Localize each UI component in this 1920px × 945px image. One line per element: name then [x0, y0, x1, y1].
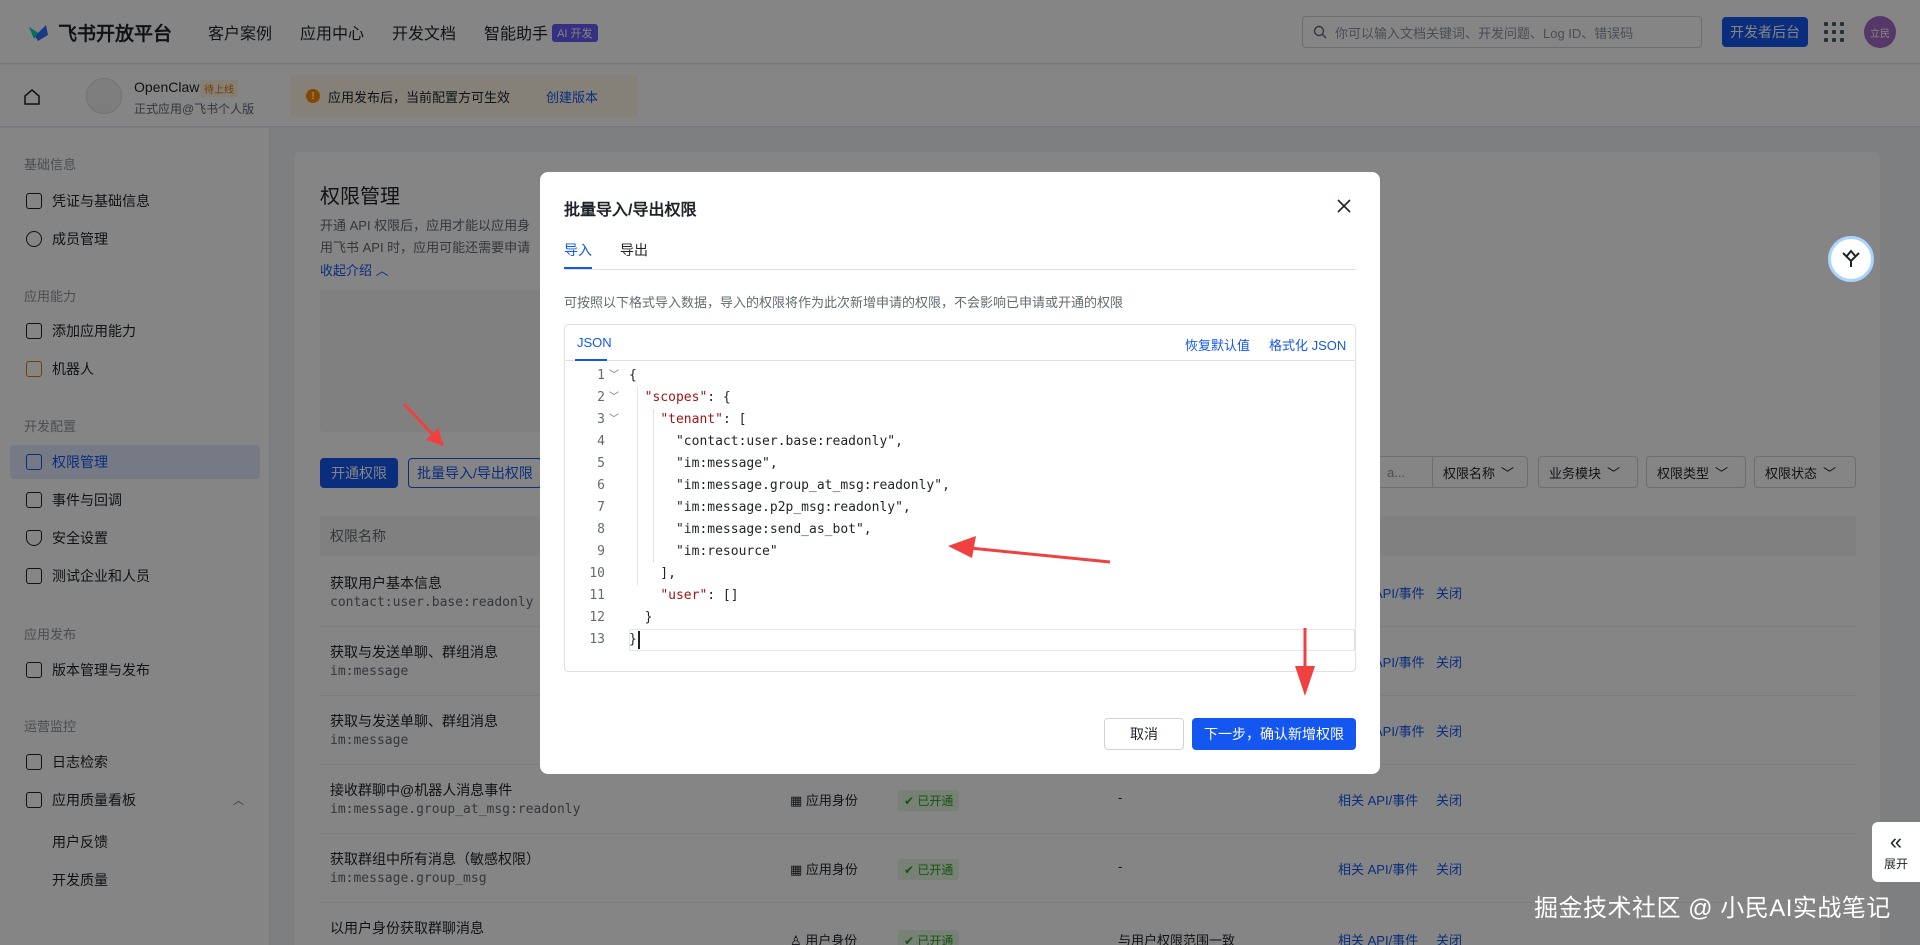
- tab-indicator: [564, 267, 592, 269]
- watermark-text: 掘金技术社区 @ 小民AI实战笔记: [1534, 895, 1891, 922]
- format-json-button[interactable]: 格式化 JSON: [1269, 335, 1346, 354]
- line-number: 5: [597, 456, 605, 471]
- annotation-arrow-icon: [948, 536, 1111, 564]
- batch-permission-dialog: 批量导入/导出权限 导入 导出 可按照以下格式导入数据，导入的权限将作为此次新增…: [540, 172, 1380, 774]
- line-number: 13: [589, 632, 605, 647]
- cancel-button[interactable]: 取消: [1104, 718, 1184, 750]
- line-number: 7: [597, 500, 605, 515]
- dialog-tabs: 导入 导出: [564, 232, 1356, 270]
- line-number: 9: [597, 544, 605, 559]
- indent-guide: [653, 409, 654, 563]
- line-number: 3: [597, 412, 605, 427]
- expand-label: 展开: [1883, 856, 1908, 871]
- line-number: 11: [589, 588, 605, 603]
- expand-panel-button[interactable]: « 展开: [1872, 822, 1920, 882]
- editor-tab-indicator: [575, 359, 607, 361]
- double-chevron-left-icon: «: [1889, 828, 1903, 854]
- dialog-title: 批量导入/导出权限: [564, 202, 697, 219]
- code-line: "tenant": [: [660, 412, 747, 427]
- confirm-next-button[interactable]: 下一步，确认新增权限: [1192, 718, 1356, 750]
- code-line: "im:resource": [629, 544, 778, 559]
- tab-export[interactable]: 导出: [620, 240, 648, 260]
- json-key: "tenant": [660, 412, 723, 427]
- code-line: "user": []: [660, 588, 739, 603]
- editor-header: JSON 恢复默认值 格式化 JSON: [565, 325, 1355, 361]
- assistant-bot-icon[interactable]: [1828, 236, 1874, 282]
- line-number: 2: [597, 390, 605, 405]
- json-editor[interactable]: JSON 恢复默认值 格式化 JSON 1 ﹀{2 ﹀ "scopes": {3 ﹀ …: [564, 324, 1356, 672]
- line-number: 6: [597, 478, 605, 493]
- code-line: "scopes": {: [644, 390, 731, 405]
- fold-chevron-icon[interactable]: ﹀: [609, 387, 621, 409]
- code-line: "im:message:send_as_bot",: [629, 522, 872, 537]
- line-number: 1: [597, 368, 605, 383]
- code-line: "contact:user.base:readonly",: [629, 434, 903, 449]
- indent-guide: [637, 387, 638, 585]
- fold-chevron-icon[interactable]: ﹀: [609, 365, 621, 387]
- tab-import[interactable]: 导入: [564, 240, 592, 260]
- text-cursor: [638, 631, 640, 649]
- code-line: "im:message",: [629, 456, 778, 471]
- annotation-arrow-icon: [402, 402, 444, 446]
- code-line: {: [629, 368, 637, 383]
- json-key: "scopes": [644, 390, 708, 405]
- annotation-arrow-icon: [1295, 628, 1315, 696]
- close-icon[interactable]: [1334, 196, 1354, 216]
- current-line-highlight: [629, 629, 1355, 651]
- line-number: 12: [589, 610, 605, 625]
- line-number: 4: [597, 434, 605, 449]
- code-line: "im:message.group_at_msg:readonly",: [629, 478, 950, 493]
- json-key: "user": [660, 588, 708, 603]
- reset-default-button[interactable]: 恢复默认值: [1185, 335, 1250, 354]
- code-line: }: [629, 610, 653, 625]
- import-hint: 可按照以下格式导入数据，导入的权限将作为此次新增申请的权限，不会影响已申请或开通…: [564, 295, 1124, 310]
- code-line: "im:message.p2p_msg:readonly",: [629, 500, 911, 515]
- fold-chevron-icon[interactable]: ﹀: [609, 409, 621, 431]
- line-number: 8: [597, 522, 605, 537]
- line-number: 10: [589, 566, 605, 581]
- editor-tab-json[interactable]: JSON: [577, 335, 612, 350]
